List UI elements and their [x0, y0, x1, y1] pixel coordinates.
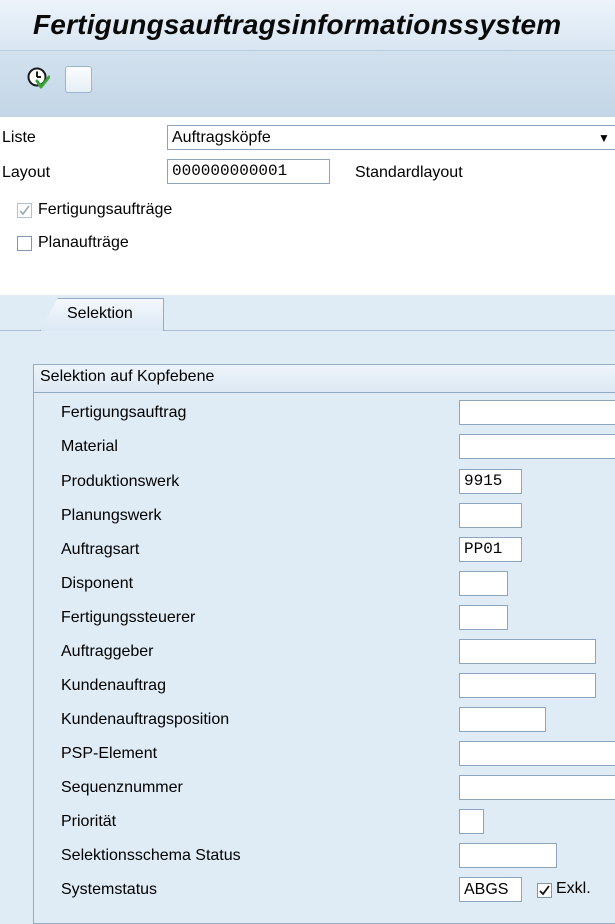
- row-label-planungswerk: Planungswerk: [61, 507, 162, 524]
- produktionswerk-value: 9915: [464, 472, 503, 490]
- row-label-kundenauftragsposition: Kundenauftragsposition: [61, 711, 230, 728]
- row-label-fertigungsauftrag: Fertigungsauftrag: [61, 404, 187, 421]
- row-label-systemstatus: Systemstatus: [61, 881, 158, 898]
- toolbar: [0, 50, 615, 118]
- exkl-label: Exkl.: [556, 880, 591, 897]
- planauftraege-label: Planaufträge: [38, 234, 129, 251]
- planauftraege-checkbox[interactable]: [17, 236, 32, 251]
- blank-button[interactable]: [65, 66, 92, 93]
- sequenznummer-input[interactable]: [459, 775, 615, 800]
- disponent-input[interactable]: [459, 571, 508, 596]
- layout-description: Standardlayout: [355, 164, 463, 181]
- header-area: Liste Auftragsköpfe ▼ Layout 00000000000…: [0, 117, 615, 295]
- row-label-sequenznummer: Sequenznummer: [61, 779, 183, 796]
- systemstatus-input[interactable]: ABGS: [459, 877, 522, 902]
- execute-clock-icon[interactable]: [26, 66, 50, 90]
- row-label-kundenauftrag: Kundenauftrag: [61, 677, 166, 694]
- psp-element-input[interactable]: [459, 741, 615, 766]
- liste-label: Liste: [2, 129, 36, 146]
- tab-selektion-label: Selektion: [67, 305, 133, 322]
- group-title: Selektion auf Kopfebene: [40, 368, 215, 385]
- row-label-prioritaet: Priorität: [61, 813, 117, 830]
- title-bar: Fertigungsauftragsinformationssystem: [0, 0, 615, 50]
- row-label-material: Material: [61, 438, 118, 455]
- selektionsschema-status-input[interactable]: [459, 843, 557, 868]
- row-label-disponent: Disponent: [61, 575, 134, 592]
- row-label-auftragsart: Auftragsart: [61, 541, 140, 558]
- produktionswerk-input[interactable]: 9915: [459, 469, 522, 494]
- auftragsart-value: PP01: [464, 540, 503, 558]
- exkl-checkbox[interactable]: [537, 883, 552, 898]
- liste-value: Auftragsköpfe: [172, 129, 271, 146]
- liste-dropdown[interactable]: Auftragsköpfe: [167, 125, 615, 150]
- systemstatus-value: ABGS: [464, 881, 509, 898]
- fertigungssteuerer-input[interactable]: [459, 605, 508, 630]
- layout-input[interactable]: 000000000001: [167, 159, 330, 184]
- row-label-psp-element: PSP-Element: [61, 745, 158, 762]
- chevron-down-icon[interactable]: ▼: [598, 131, 610, 145]
- checkmark-icon: [19, 205, 30, 216]
- auftraggeber-input[interactable]: [459, 639, 596, 664]
- layout-value: 000000000001: [172, 162, 288, 180]
- prioritaet-input[interactable]: [459, 809, 484, 834]
- kundenauftragsposition-input[interactable]: [459, 707, 546, 732]
- fertigungsauftraege-checkbox[interactable]: [17, 203, 32, 218]
- kundenauftrag-input[interactable]: [459, 673, 596, 698]
- auftragsart-input[interactable]: PP01: [459, 537, 522, 562]
- row-label-selektionsschema-status: Selektionsschema Status: [61, 847, 241, 864]
- fertigungsauftrag-input[interactable]: [459, 400, 615, 425]
- window-title: Fertigungsauftragsinformationssystem: [33, 9, 562, 40]
- material-input[interactable]: [459, 434, 615, 459]
- row-label-produktionswerk: Produktionswerk: [61, 473, 180, 490]
- row-label-fertigungssteuerer: Fertigungssteuerer: [61, 609, 196, 626]
- layout-label: Layout: [2, 164, 51, 181]
- fertigungsauftraege-label: Fertigungsaufträge: [38, 201, 173, 218]
- checkmark-icon: [539, 885, 550, 896]
- planungswerk-input[interactable]: [459, 503, 522, 528]
- row-label-auftraggeber: Auftraggeber: [61, 643, 154, 660]
